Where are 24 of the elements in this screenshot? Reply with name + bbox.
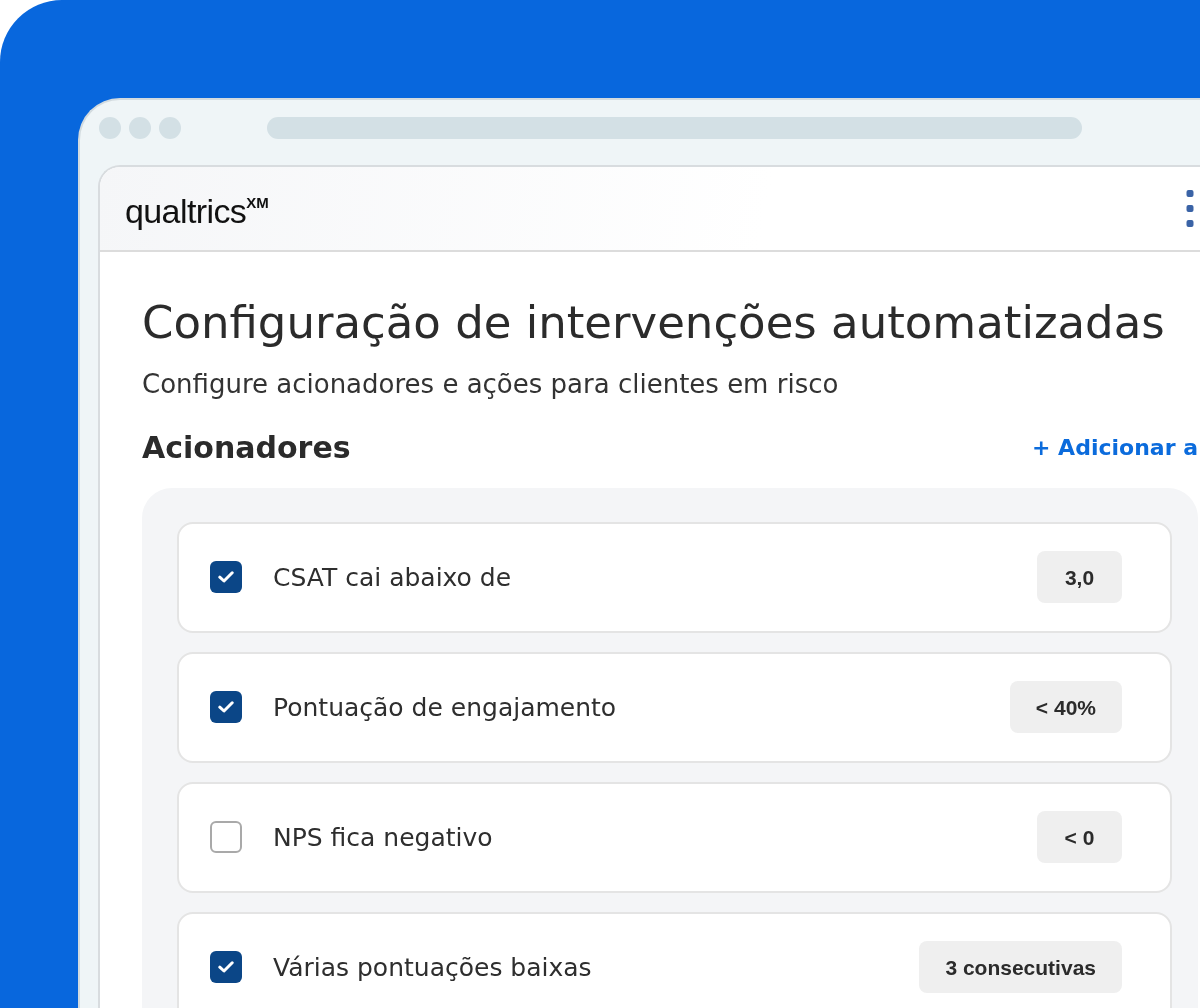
section-heading: Acionadores	[142, 429, 351, 466]
more-options-icon[interactable]	[1186, 190, 1194, 227]
threshold-value[interactable]: 3,0	[1037, 551, 1122, 604]
checkbox[interactable]	[210, 561, 242, 594]
checkbox[interactable]	[210, 691, 242, 724]
threshold-value[interactable]: < 40%	[1009, 681, 1122, 734]
checkmark-icon	[218, 571, 234, 584]
trigger-label: Várias pontuações baixas	[273, 951, 592, 984]
checkmark-icon	[218, 701, 234, 714]
trigger-label: NPS fica negativo	[273, 821, 493, 854]
trigger-label: CSAT cai abaixo de	[273, 561, 512, 594]
threshold-value[interactable]: 3 consecutivas	[919, 941, 1122, 994]
logo: qualtrics$^{XM}$	[125, 190, 269, 228]
trigger-label: Pontuação de engajamento	[273, 691, 617, 724]
window-control-icon[interactable]	[129, 117, 151, 139]
checkbox[interactable]	[210, 951, 242, 984]
window-control-icon[interactable]	[159, 117, 181, 139]
page-subtitle: Configure acionadores e ações para clientes em risco	[142, 368, 840, 401]
checkbox[interactable]	[210, 821, 242, 854]
add-trigger-link[interactable]: + Adicionar a	[1032, 434, 1198, 461]
checkmark-icon	[218, 961, 234, 974]
threshold-value[interactable]: < 0	[1037, 811, 1122, 864]
page-title: Configuração de intervenções automatizadas	[142, 296, 1166, 350]
window-control-icon[interactable]	[99, 117, 121, 139]
